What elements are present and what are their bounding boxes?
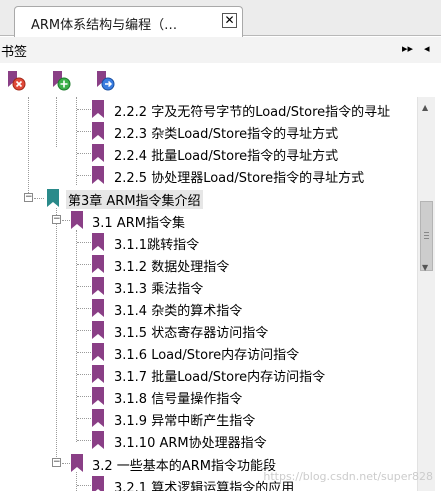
tab-strip: ARM体系结构与编程（… ✕: [0, 0, 441, 37]
scrollbar-thumb[interactable]: [420, 201, 433, 271]
tree-item[interactable]: 3.1.6 Load/Store内存访问指令: [0, 341, 417, 363]
bookmark-icon: [71, 211, 83, 229]
tree-item[interactable]: 3.1.5 状态寄存器访问指令: [0, 319, 417, 341]
scroll-down-icon[interactable]: ▼: [422, 263, 428, 272]
bookmark-icon: [92, 233, 104, 251]
tree-item-label: 2.2.5 协处理器Load/Store指令的寻址方式: [114, 171, 365, 186]
collapse-toggle[interactable]: −: [52, 215, 61, 224]
bookmark-icon: [92, 166, 104, 184]
tree-item[interactable]: 3.1.2 数据处理指令: [0, 253, 417, 275]
bookmark-icon: [92, 387, 104, 405]
tree-item[interactable]: 3.1.10 ARM协处理器指令: [0, 429, 417, 451]
bookmark-icon: [92, 431, 104, 449]
tree-item-label: 2.2.4 批量Load/Store指令的寻址方式: [114, 149, 339, 164]
bookmark-icon: [71, 454, 83, 472]
bookmark-icon: [92, 365, 104, 383]
bookmark-icon: [92, 100, 104, 118]
tree-item-label: 3.1 ARM指令集: [92, 216, 185, 231]
tree-item-label: 3.1.1跳转指令: [114, 238, 200, 253]
bookmark-tree: 2.2.2 字及无符号字节的Load/Store指令的寻址 2.2.3 杂类Lo…: [0, 97, 417, 491]
tree-item[interactable]: 2.2.2 字及无符号字节的Load/Store指令的寻址: [0, 98, 417, 120]
bookmark-icon: [92, 122, 104, 140]
go-to-bookmark-icon[interactable]: [94, 70, 116, 92]
add-bookmark-icon[interactable]: [50, 70, 72, 92]
tree-item-chapter-3[interactable]: − 第3章 ARM指令集介绍: [0, 187, 417, 209]
tree-item-label: 3.1.8 信号量操作指令: [114, 392, 243, 407]
close-icon[interactable]: ✕: [222, 13, 237, 28]
collapse-panel-icon[interactable]: ◂: [424, 42, 430, 55]
bookmark-icon: [92, 299, 104, 317]
bookmark-icon: [92, 321, 104, 339]
tree-item[interactable]: 2.2.3 杂类Load/Store指令的寻址方式: [0, 120, 417, 142]
tree-item[interactable]: 3.1.4 杂类的算术指令: [0, 297, 417, 319]
tree-item-label: 2.2.2 字及无符号字节的Load/Store指令的寻址: [114, 105, 391, 120]
panel-title: 书签: [1, 45, 28, 60]
bookmark-icon: [47, 189, 59, 207]
tree-item-label: 3.1.5 状态寄存器访问指令: [114, 326, 269, 341]
tree-item[interactable]: 3.1.1跳转指令: [0, 231, 417, 253]
tree-item-label: 3.1.9 异常中断产生指令: [114, 414, 256, 429]
tree-item-label: 2.2.3 杂类Load/Store指令的寻址方式: [114, 127, 339, 142]
tree-item-label: 3.1.6 Load/Store内存访问指令: [114, 348, 300, 363]
bookmarks-panel-header: 书签 ▸▸ ◂: [0, 37, 441, 63]
tree-item[interactable]: 3.1.7 批量Load/Store内存访问指令: [0, 363, 417, 385]
watermark: https://blog.csdn.net/super828: [263, 470, 433, 483]
tree-item[interactable]: 3.1.3 乘法指令: [0, 275, 417, 297]
tree-item-label: 3.1.3 乘法指令: [114, 282, 204, 297]
document-tab[interactable]: ARM体系结构与编程（… ✕: [14, 6, 243, 37]
tree-item-label: 3.1.2 数据处理指令: [114, 260, 230, 275]
tree-item[interactable]: 3.1.8 信号量操作指令: [0, 385, 417, 407]
collapse-toggle[interactable]: −: [52, 458, 61, 467]
scroll-up-icon[interactable]: ▲: [422, 103, 428, 112]
tree-item-label: 3.1.4 杂类的算术指令: [114, 304, 243, 319]
tree-item-label: 3.2 一些基本的ARM指令功能段: [92, 459, 276, 474]
tree-item[interactable]: 3.1.9 异常中断产生指令: [0, 407, 417, 429]
tab-title: ARM体系结构与编程（…: [31, 18, 178, 33]
bookmark-icon: [92, 255, 104, 273]
collapse-toggle[interactable]: −: [24, 193, 33, 202]
tree-item-label: 3.1.10 ARM协处理器指令: [114, 436, 267, 451]
bookmark-toolbar: [0, 63, 441, 97]
tree-item[interactable]: 2.2.4 批量Load/Store指令的寻址方式: [0, 142, 417, 164]
expand-panel-icon[interactable]: ▸▸: [402, 42, 413, 55]
tree-item[interactable]: 2.2.5 协处理器Load/Store指令的寻址方式: [0, 164, 417, 186]
bookmark-icon: [92, 277, 104, 295]
tree-item-label: 3.1.7 批量Load/Store内存访问指令: [114, 370, 326, 385]
tree-item-section-3-1[interactable]: − 3.1 ARM指令集: [0, 209, 417, 231]
delete-bookmark-icon[interactable]: [5, 70, 27, 92]
bookmark-icon: [92, 144, 104, 162]
vertical-scrollbar[interactable]: ▲ ▼: [417, 97, 435, 491]
tree-item-label: 第3章 ARM指令集介绍: [66, 190, 203, 209]
bookmark-icon: [92, 476, 104, 491]
bookmark-icon: [92, 343, 104, 361]
bookmark-icon: [92, 409, 104, 427]
